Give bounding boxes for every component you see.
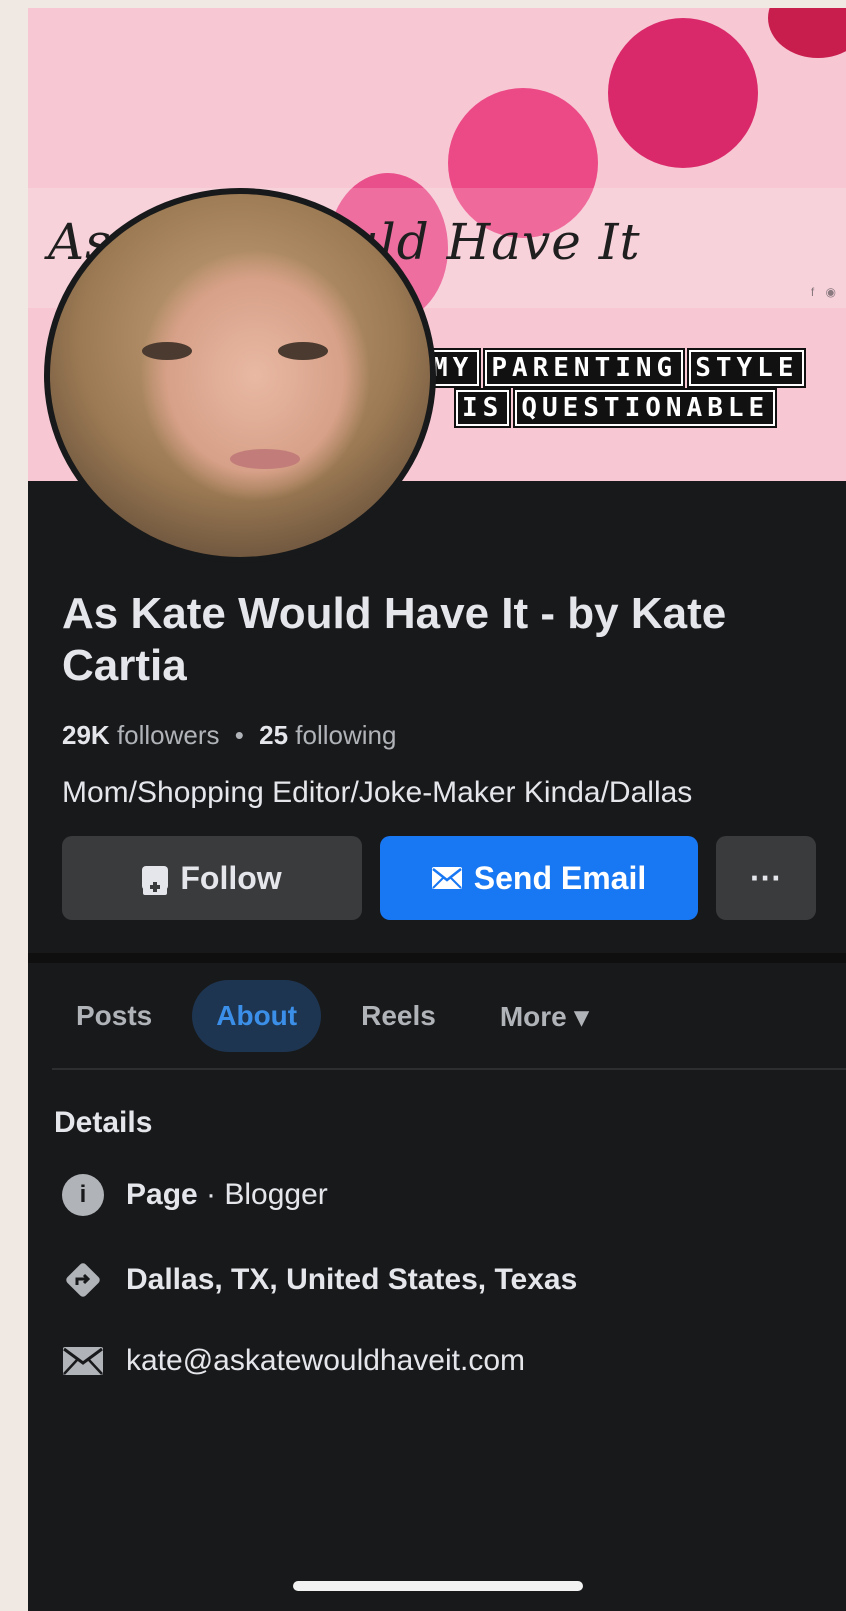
tab-posts[interactable]: Posts: [52, 980, 176, 1052]
duck-decoration: [768, 8, 846, 58]
mail-icon: [62, 1347, 104, 1375]
avatar-lips: [230, 449, 300, 469]
social-icons: f ◉: [810, 285, 840, 299]
follow-button[interactable]: Follow: [62, 836, 362, 920]
page-type-label: Page: [126, 1178, 198, 1211]
page-title: As Kate Would Have It - by Kate Cartia: [62, 589, 727, 690]
separator-dot: •: [234, 720, 244, 750]
envelope-icon: [431, 860, 462, 897]
tab-reels[interactable]: Reels: [337, 980, 460, 1052]
more-options-button[interactable]: ···: [716, 836, 816, 920]
tab-more[interactable]: More ▾: [476, 980, 613, 1052]
followers-label[interactable]: followers: [117, 720, 220, 750]
send-email-label: Send Email: [473, 859, 647, 896]
cover-stamp-word: PARENTING: [483, 348, 686, 388]
page-category: · Blogger: [197, 1178, 328, 1211]
cover-stamp-word: STYLE: [687, 348, 807, 388]
duck-decoration: [608, 18, 758, 168]
follower-stats: 29K followers • 25 following: [62, 720, 396, 751]
profile-tabs: Posts About Reels More ▾: [52, 980, 613, 1052]
phone-screen: As Kate Would Have It f ◉ MYPARENTINGSTY…: [28, 8, 846, 1611]
follow-icon: [142, 866, 169, 895]
cover-stamp-line: MY PARENTING STYLE: [423, 348, 807, 388]
follow-label: Follow: [180, 859, 282, 896]
following-count[interactable]: 25: [259, 720, 288, 750]
tabs-divider: [52, 1068, 846, 1070]
home-indicator[interactable]: [293, 1581, 583, 1591]
detail-location[interactable]: Dallas, TX, United States, Texas: [62, 1260, 577, 1300]
avatar-photo: [50, 194, 430, 557]
ellipsis-icon: ···: [750, 859, 782, 896]
section-divider: [28, 953, 846, 963]
info-icon: i: [62, 1174, 104, 1216]
tab-about[interactable]: About: [192, 980, 322, 1052]
send-email-button[interactable]: Send Email: [380, 836, 698, 920]
details-heading: Details: [54, 1106, 153, 1139]
following-label[interactable]: following: [295, 720, 396, 750]
page-bio: Mom/Shopping Editor/Joke-Maker Kinda/Dal…: [62, 776, 693, 809]
directions-icon: [62, 1260, 104, 1300]
avatar-eye: [142, 342, 192, 360]
profile-avatar[interactable]: [44, 188, 436, 563]
location-text: Dallas, TX, United States, Texas: [126, 1263, 578, 1296]
detail-page-type: i Page · Blogger: [62, 1174, 328, 1216]
cover-stamp-line: IS QUESTIONABLE: [453, 388, 778, 428]
followers-count[interactable]: 29K: [62, 720, 110, 750]
avatar-eye: [278, 342, 328, 360]
cover-stamp-word: IS: [453, 388, 512, 428]
email-text: kate@askatewouldhaveit.com: [126, 1344, 525, 1377]
cover-stamp-word: QUESTIONABLE: [513, 388, 778, 428]
detail-email[interactable]: kate@askatewouldhaveit.com: [62, 1344, 525, 1378]
